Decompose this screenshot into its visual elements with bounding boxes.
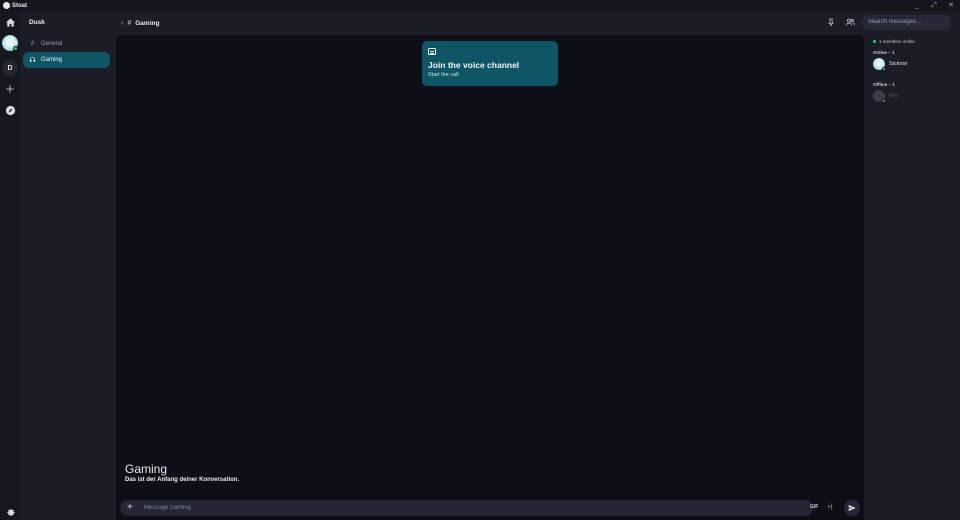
gif-icon[interactable]: GIF — [810, 504, 818, 510]
avatar — [873, 58, 886, 71]
join-voice-card[interactable]: Join the voice channel Start the call — [422, 41, 558, 86]
channel-label: Gaming — [41, 57, 63, 63]
attach-plus-icon[interactable]: + — [127, 501, 133, 515]
server-initial: D — [7, 64, 13, 72]
online-group-label: Online – 1 — [873, 50, 895, 55]
minimize-button[interactable]: _ — [914, 1, 920, 10]
skip-icon[interactable]: ▹| — [828, 503, 833, 510]
online-status-dot — [13, 46, 18, 51]
hash-icon: # — [127, 19, 132, 27]
member-item[interactable]: Sicknor — [873, 58, 908, 71]
member-name: Sicknor — [889, 61, 908, 67]
send-button[interactable] — [844, 500, 860, 516]
channel-header: ‹ # Gaming — [114, 11, 864, 35]
explore-icon[interactable] — [2, 102, 18, 118]
channel-gaming[interactable]: Gaming — [23, 52, 110, 68]
voice-card-title: Join the voice channel — [428, 60, 520, 70]
online-count-label: 1 members online — [879, 39, 915, 44]
add-server-icon[interactable] — [2, 81, 18, 97]
pin-icon[interactable] — [827, 18, 835, 28]
title-bar: Stoat _ ⤢ ✕ — [0, 0, 960, 11]
online-dot-icon — [873, 40, 876, 43]
home-icon[interactable] — [2, 14, 18, 30]
offline-status-dot — [882, 99, 886, 103]
avatar — [873, 90, 886, 103]
welcome-subtitle: Das ist der Anfang deiner Konversation. — [125, 477, 240, 483]
offline-group-label: Offline – 1 — [873, 82, 895, 87]
send-icon — [848, 505, 856, 511]
message-composer: + GIF ▹| — [120, 500, 833, 516]
chat-bubble-icon — [428, 48, 436, 55]
chat-area: Join the voice channel Start the call Ga… — [116, 35, 864, 520]
maximize-button[interactable]: ⤢ — [931, 1, 937, 10]
server-name[interactable]: Dusk — [29, 19, 45, 26]
channel-title: Gaming — [135, 19, 160, 27]
headphones-icon — [28, 56, 37, 65]
channel-label: General — [41, 41, 63, 47]
text-channel-icon: # — [30, 41, 35, 47]
members-icon[interactable] — [846, 18, 855, 28]
online-status-dot — [882, 67, 886, 71]
app-logo-icon — [3, 2, 10, 9]
user-avatar[interactable] — [2, 35, 18, 51]
channel-general[interactable]: # General — [23, 36, 110, 52]
member-item[interactable]: Kyo — [873, 90, 899, 103]
server-rail: D — [0, 11, 20, 520]
member-list: 1 members online Online – 1 Sicknor Offl… — [866, 35, 960, 520]
member-name: Kyo — [889, 93, 899, 99]
app-name: Stoat — [12, 2, 27, 9]
voice-card-subtitle: Start the call — [428, 72, 459, 78]
window-controls: _ ⤢ ✕ — [914, 1, 954, 10]
channel-sidebar: Dusk # General Gaming — [20, 11, 114, 520]
close-button[interactable]: ✕ — [948, 1, 954, 10]
online-count: 1 members online — [873, 39, 915, 44]
welcome-title: Gaming — [125, 462, 168, 476]
server-dusk-button[interactable]: D — [2, 60, 18, 76]
search-input[interactable] — [862, 15, 951, 30]
back-chevron-icon[interactable]: ‹ — [121, 20, 123, 27]
settings-icon[interactable] — [2, 505, 18, 519]
message-input[interactable] — [144, 500, 744, 516]
